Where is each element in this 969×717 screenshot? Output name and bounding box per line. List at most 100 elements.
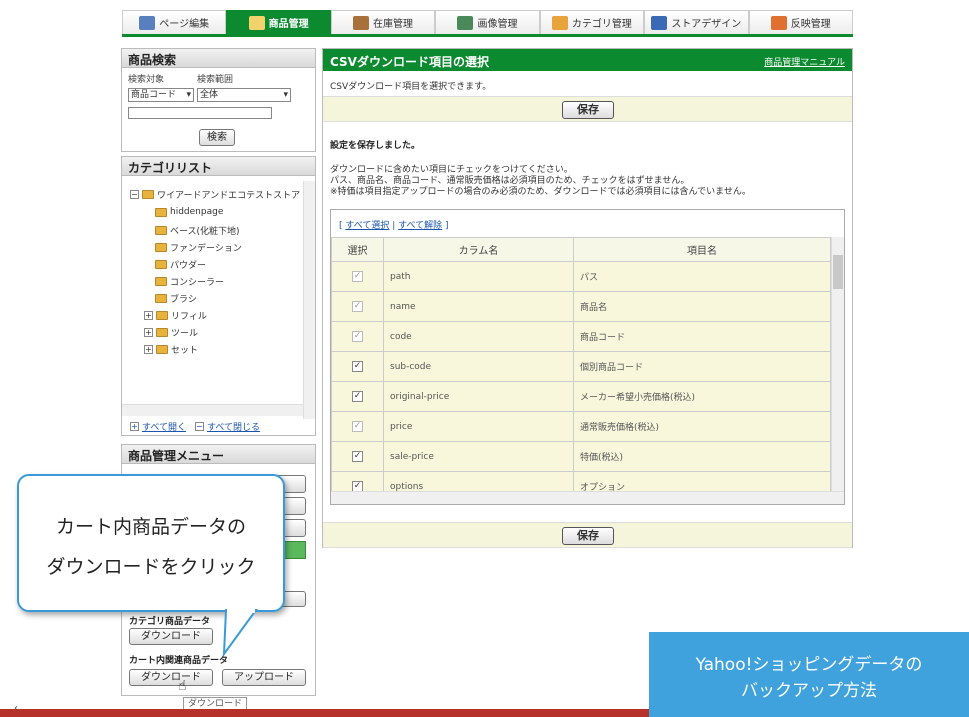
tab-page-edit[interactable]: ページ編集 bbox=[122, 10, 227, 34]
publish-icon bbox=[770, 15, 787, 30]
manual-link[interactable]: 商品管理マニュアル bbox=[764, 55, 845, 68]
tree-hscrollbar[interactable] bbox=[122, 404, 303, 416]
cell-column: sub-code bbox=[383, 351, 574, 382]
category-panel: カテゴリリスト − ワイアードアンドエコテストストア hiddenpage ベース… bbox=[121, 156, 316, 436]
cell-column: price bbox=[383, 411, 574, 442]
cell-item: パス bbox=[573, 261, 831, 292]
cell-column: code bbox=[383, 321, 574, 352]
expand-icon[interactable]: + bbox=[144, 345, 153, 354]
scroll-thumb[interactable] bbox=[833, 255, 843, 289]
cart-upload-button[interactable]: アップロード bbox=[222, 669, 306, 686]
tree-item[interactable]: ベース(化粧下地) bbox=[155, 224, 240, 237]
callout-pointer bbox=[222, 608, 258, 658]
tab-store-design[interactable]: ストアデザイン bbox=[644, 10, 749, 34]
search-range-select[interactable]: 全体 bbox=[197, 88, 291, 102]
close-all-link[interactable]: − すべて閉じる bbox=[195, 420, 260, 433]
cell-column: sale-price bbox=[383, 441, 574, 472]
cart-download-button[interactable]: ダウンロード bbox=[129, 669, 213, 686]
csv-panel-header: CSVダウンロード項目の選択 商品管理マニュアル bbox=[323, 49, 852, 71]
table-row: ✓ sale-price 特価(税込) bbox=[331, 441, 831, 472]
tree-item-expandable[interactable]: + ツール bbox=[144, 326, 198, 339]
col-column-header: カラム名 bbox=[383, 237, 574, 262]
search-input[interactable] bbox=[128, 107, 272, 119]
tree-item[interactable]: コンシーラー bbox=[155, 275, 224, 288]
row-checkbox: ✓ bbox=[352, 331, 363, 342]
table-row: ✓ name 商品名 bbox=[331, 291, 831, 322]
col-item-header: 項目名 bbox=[573, 237, 831, 262]
instruction-callout: カート内商品データの ダウンロードをクリック bbox=[17, 474, 285, 612]
callout-line-2: ダウンロードをクリック bbox=[46, 556, 256, 578]
folder-icon bbox=[142, 190, 154, 199]
row-checkbox: ✓ bbox=[352, 301, 363, 312]
save-button-bottom[interactable]: 保存 bbox=[562, 527, 614, 545]
store-design-icon bbox=[651, 15, 668, 30]
cell-item: 商品コード bbox=[573, 321, 831, 352]
image-icon bbox=[457, 15, 474, 30]
csv-table: 選択 カラム名 項目名 ✓ path パス ✓ name 商品名 ✓ code … bbox=[331, 237, 831, 502]
top-nav: ページ編集 商品管理 在庫管理 画像管理 カテゴリ管理 ストアデザイン 反映管理 bbox=[122, 10, 853, 37]
table-row: ✓ path パス bbox=[331, 261, 831, 292]
save-bar-bottom: 保存 bbox=[323, 522, 852, 548]
tab-publish[interactable]: 反映管理 bbox=[748, 10, 853, 34]
cell-column: path bbox=[383, 261, 574, 292]
row-checkbox: ✓ bbox=[352, 421, 363, 432]
table-header-row: 選択 カラム名 項目名 bbox=[331, 237, 831, 262]
expand-icon[interactable]: + bbox=[144, 311, 153, 320]
csv-panel: CSVダウンロード項目の選択 商品管理マニュアル CSVダウンロード項目を選択で… bbox=[322, 48, 853, 548]
table-row: ✓ original-price メーカー希望小売価格(税込) bbox=[331, 381, 831, 412]
select-all-link[interactable]: すべて選択 bbox=[345, 221, 389, 231]
video-progress-bar[interactable] bbox=[0, 709, 649, 717]
search-target-select[interactable]: 商品コード bbox=[128, 88, 194, 102]
tree-item[interactable]: ファンデーション bbox=[155, 241, 242, 254]
category-download-button[interactable]: ダウンロード bbox=[129, 628, 213, 645]
table-row: ✓ price 通常販売価格(税込) bbox=[331, 411, 831, 442]
category-icon bbox=[551, 15, 568, 30]
product-icon bbox=[248, 15, 265, 30]
collapse-icon[interactable]: − bbox=[130, 190, 139, 199]
tree-item[interactable]: パウダー bbox=[155, 258, 206, 271]
cell-item: 個別商品コード bbox=[573, 351, 831, 382]
scroll-left-icon[interactable]: ‹ bbox=[14, 703, 18, 714]
expand-icon[interactable]: + bbox=[144, 328, 153, 337]
cell-item: 通常販売価格(税込) bbox=[573, 411, 831, 442]
row-checkbox[interactable]: ✓ bbox=[352, 451, 363, 462]
search-button[interactable]: 検索 bbox=[199, 129, 235, 146]
cell-item: メーカー希望小売価格(税込) bbox=[573, 381, 831, 412]
cell-item: 商品名 bbox=[573, 291, 831, 322]
save-button-top[interactable]: 保存 bbox=[562, 101, 614, 119]
deselect-all-link[interactable]: すべて解除 bbox=[398, 221, 442, 231]
inventory-icon bbox=[353, 15, 370, 30]
category-product-label: カテゴリ商品データ bbox=[129, 617, 211, 627]
category-panel-title: カテゴリリスト bbox=[122, 157, 315, 176]
tab-inventory[interactable]: 在庫管理 bbox=[330, 10, 436, 34]
tree-item-expandable[interactable]: + リフィル bbox=[144, 309, 207, 322]
search-panel: 商品検索 検索対象 検索範囲 商品コード 全体 検索 bbox=[121, 48, 316, 152]
tree-item[interactable]: ブラシ bbox=[155, 292, 197, 305]
menu-panel-title: 商品管理メニュー bbox=[122, 445, 315, 464]
folder-icon bbox=[156, 345, 168, 354]
cursor-hand-icon: ☝ bbox=[178, 678, 187, 694]
tab-product[interactable]: 商品管理 bbox=[226, 10, 331, 34]
save-bar-top: 保存 bbox=[323, 96, 852, 122]
tree-item-expandable[interactable]: + セット bbox=[144, 343, 198, 356]
search-target-label: 検索対象 bbox=[128, 75, 165, 85]
table-row: ✓ code 商品コード bbox=[331, 321, 831, 352]
tree-item[interactable]: hiddenpage bbox=[155, 207, 223, 217]
cell-column: name bbox=[383, 291, 574, 322]
tree-scrollbar[interactable] bbox=[303, 181, 315, 419]
open-all-link[interactable]: + すべて開く bbox=[130, 420, 186, 433]
tab-category[interactable]: カテゴリ管理 bbox=[539, 10, 645, 34]
tab-image[interactable]: 画像管理 bbox=[435, 10, 540, 34]
overlay-line-2: バックアップ方法 bbox=[741, 681, 877, 701]
row-checkbox[interactable]: ✓ bbox=[352, 391, 363, 402]
table-vscrollbar[interactable] bbox=[831, 237, 844, 491]
page-edit-icon bbox=[139, 15, 156, 30]
overlay-line-1: Yahoo!ショッピングデータの bbox=[695, 655, 923, 675]
tree-root[interactable]: − ワイアードアンドエコテストストア bbox=[130, 188, 300, 201]
row-checkbox[interactable]: ✓ bbox=[352, 361, 363, 372]
table-hscrollbar[interactable] bbox=[331, 491, 844, 504]
collapse-icon: − bbox=[195, 422, 204, 431]
callout-line-1: カート内商品データの bbox=[55, 516, 246, 538]
folder-icon bbox=[155, 277, 167, 286]
cart-data-label: カート内関連商品データ bbox=[129, 656, 229, 666]
